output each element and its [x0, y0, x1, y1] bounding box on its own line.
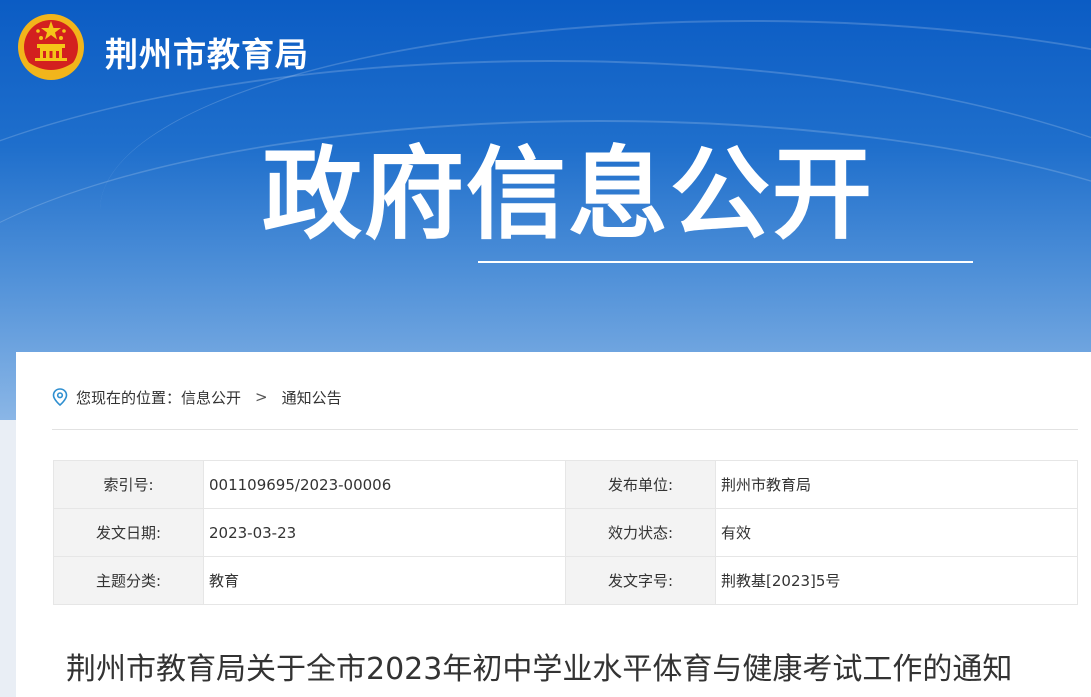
publisher-label: 发布单位:: [565, 460, 716, 509]
breadcrumb: 您现在的位置： 信息公开 > 通知公告: [52, 386, 342, 408]
table-row: 索引号: 001109695/2023-00006 发布单位: 荆州市教育局: [53, 460, 1078, 509]
validity-status-value: 有效: [715, 508, 1078, 557]
breadcrumb-item-info-disclosure[interactable]: 信息公开: [181, 387, 241, 408]
document-number-label: 发文字号:: [565, 556, 716, 605]
article-title: 荆州市教育局关于全市2023年初中学业水平体育与健康考试工作的通知: [66, 652, 1013, 687]
issue-date-label: 发文日期:: [53, 508, 204, 557]
location-pin-icon: [52, 388, 68, 406]
site-name[interactable]: 荆州市教育局: [105, 28, 309, 76]
title-underline: [478, 261, 973, 263]
index-number-label: 索引号:: [53, 460, 204, 509]
breadcrumb-item-notices[interactable]: 通知公告: [282, 387, 342, 408]
document-metadata-table: 索引号: 001109695/2023-00006 发布单位: 荆州市教育局 发…: [53, 460, 1078, 605]
index-number-value: 001109695/2023-00006: [203, 460, 566, 509]
publisher-value: 荆州市教育局: [715, 460, 1078, 509]
table-row: 主题分类: 教育 发文字号: 荆教基[2023]5号: [53, 556, 1078, 605]
document-number-value: 荆教基[2023]5号: [715, 556, 1078, 605]
topic-category-value: 教育: [203, 556, 566, 605]
breadcrumb-separator: >: [255, 388, 268, 406]
breadcrumb-prefix: 您现在的位置：: [76, 388, 182, 407]
topic-category-label: 主题分类:: [53, 556, 204, 605]
validity-status-label: 效力状态:: [565, 508, 716, 557]
issue-date-value: 2023-03-23: [203, 508, 566, 557]
national-emblem-icon: [18, 14, 84, 80]
table-row: 发文日期: 2023-03-23 效力状态: 有效: [53, 508, 1078, 557]
section-title: 政府信息公开: [262, 136, 874, 253]
content-panel: 您现在的位置： 信息公开 > 通知公告 索引号: 001109695/2023-…: [16, 352, 1091, 697]
divider: [52, 429, 1078, 430]
